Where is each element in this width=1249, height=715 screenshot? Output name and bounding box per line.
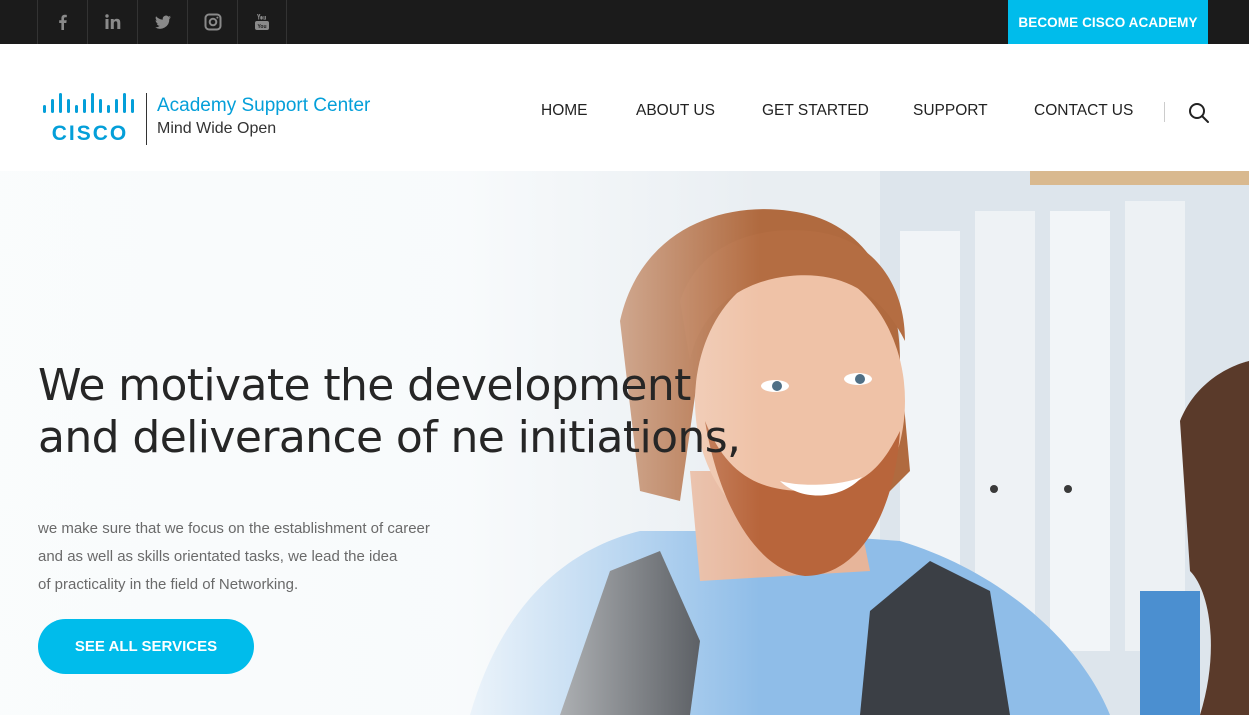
brand-tagline: Mind Wide Open — [157, 120, 277, 137]
site-header: CISCO Academy Support Center Mind Wide O… — [0, 44, 1249, 171]
instagram-link[interactable] — [187, 0, 237, 44]
instagram-icon — [204, 13, 221, 31]
social-links: You — [37, 0, 287, 44]
nav-contact-us[interactable]: CONTACT US — [1034, 102, 1133, 120]
cisco-logo-text: CISCO — [52, 122, 129, 145]
twitter-icon — [154, 15, 171, 29]
linkedin-icon — [104, 14, 120, 29]
youtube-link[interactable]: You — [237, 0, 287, 44]
logo-divider — [146, 93, 147, 145]
hero-headline: We motivate the development and delivera… — [38, 360, 741, 464]
cisco-logo[interactable]: CISCO — [42, 93, 142, 145]
search-icon[interactable] — [1186, 100, 1212, 126]
facebook-icon — [58, 14, 67, 30]
nav-get-started[interactable]: GET STARTED — [762, 102, 869, 120]
nav-divider — [1164, 102, 1165, 122]
hero-headline-line-1: We motivate the development — [38, 360, 691, 411]
see-all-services-button[interactable]: SEE ALL SERVICES — [38, 619, 254, 674]
hero-description-line-2: and as well as skills orientated tasks, … — [38, 548, 398, 565]
hero-headline-line-2: and deliverance of ne initiations, — [38, 412, 741, 463]
nav-home[interactable]: HOME — [541, 102, 588, 120]
top-bar: You BECOME CISCO ACADEMY — [0, 0, 1249, 44]
nav-about-us[interactable]: ABOUT US — [636, 102, 715, 120]
facebook-link[interactable] — [37, 0, 87, 44]
youtube-icon: You — [255, 14, 269, 30]
nav-support[interactable]: SUPPORT — [913, 102, 988, 120]
svg-text:You: You — [257, 24, 266, 30]
brand-title[interactable]: Academy Support Center — [157, 95, 370, 117]
twitter-link[interactable] — [137, 0, 187, 44]
hero-section: We motivate the development and delivera… — [0, 171, 1249, 715]
hero-description-line-3: of practicality in the field of Networki… — [38, 576, 299, 593]
hero-description-line-1: we make sure that we focus on the establ… — [38, 520, 430, 537]
hero-description: we make sure that we focus on the establ… — [38, 515, 430, 599]
linkedin-link[interactable] — [87, 0, 137, 44]
become-cisco-academy-button[interactable]: BECOME CISCO ACADEMY — [1008, 0, 1208, 44]
